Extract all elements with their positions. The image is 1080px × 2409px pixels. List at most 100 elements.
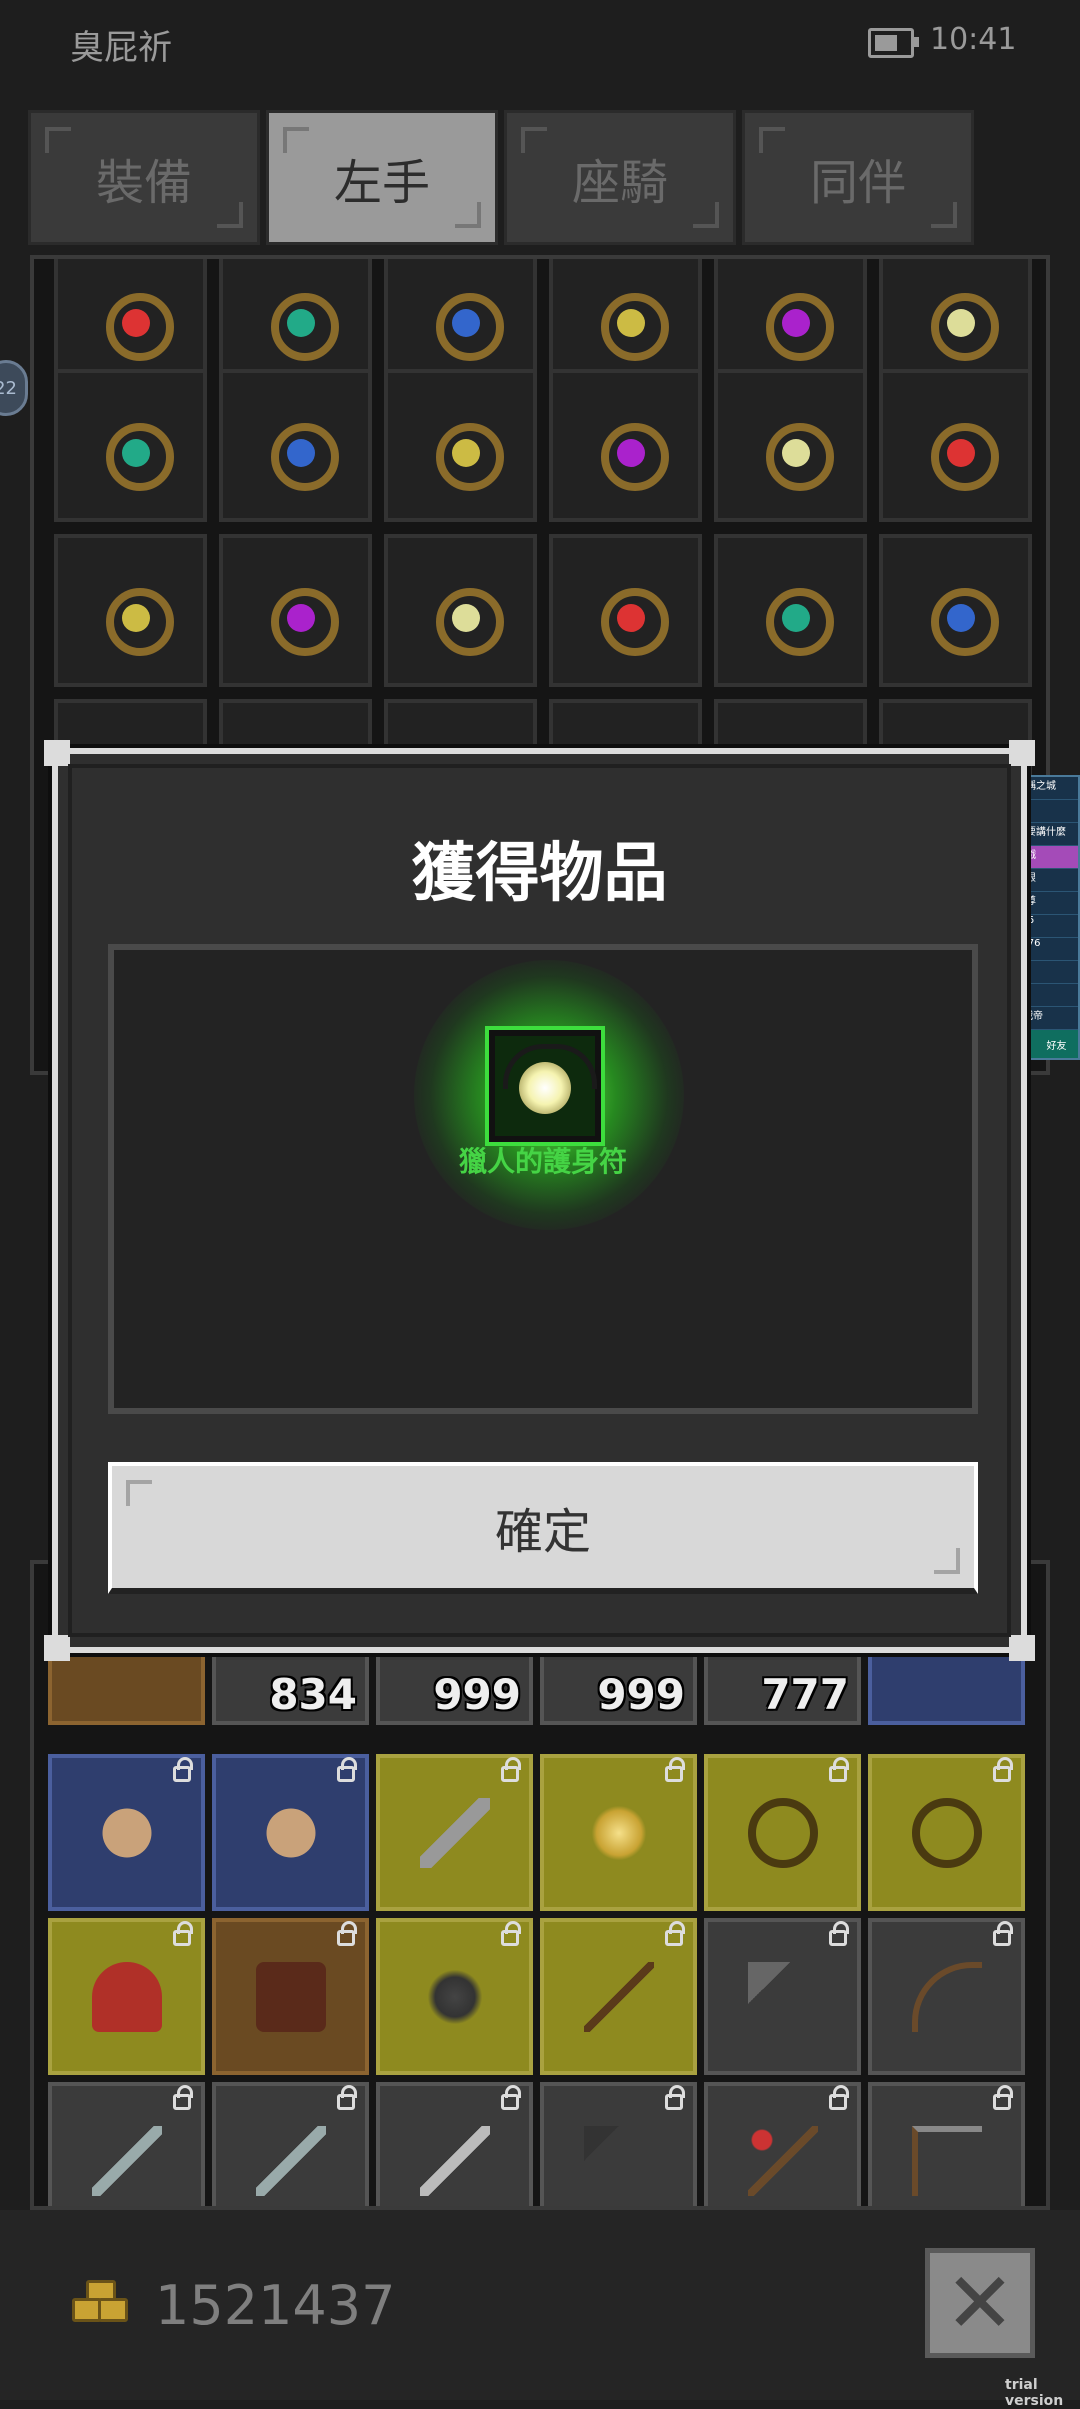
inventory-slot[interactable] xyxy=(868,1754,1025,1911)
lock-icon xyxy=(665,1921,685,1946)
accessory-slot[interactable] xyxy=(879,369,1032,522)
lock-icon xyxy=(173,1757,193,1782)
gem-icon xyxy=(947,439,975,467)
inventory-slot[interactable] xyxy=(376,2082,533,2206)
lock-icon xyxy=(501,1921,521,1946)
watermark: trial version xyxy=(1005,2377,1064,2409)
accessory-slot[interactable] xyxy=(714,534,867,687)
close-icon: ✕ xyxy=(944,2254,1016,2352)
dialog-title: 獲得物品 xyxy=(411,837,668,911)
inventory-slot[interactable] xyxy=(540,2082,697,2206)
inventory-slot[interactable] xyxy=(540,1754,697,1911)
gem-icon xyxy=(122,439,150,467)
accessory-slot[interactable] xyxy=(879,534,1032,687)
inventory-slot[interactable] xyxy=(212,2082,369,2206)
tab-mount[interactable]: 座騎 xyxy=(504,110,736,245)
reward-area: 獵人的護身符 xyxy=(108,944,978,1414)
inventory-slot[interactable] xyxy=(376,1754,533,1911)
gem-icon xyxy=(782,309,810,337)
accessory-slot[interactable] xyxy=(384,534,537,687)
gold-amount: 1521437 xyxy=(155,2274,396,2337)
lock-icon xyxy=(665,2085,685,2110)
scythe-icon xyxy=(912,2126,982,2196)
close-button[interactable]: ✕ xyxy=(925,2248,1035,2358)
status-bar: 臭屁祈 10:41 xyxy=(0,0,1080,90)
lock-icon xyxy=(337,2085,357,2110)
gem-icon xyxy=(452,604,480,632)
lock-icon xyxy=(829,1757,849,1782)
confirm-button[interactable]: 確定 xyxy=(108,1462,978,1594)
reward-item-name: 獵人的護身符 xyxy=(458,1145,627,1178)
axe-icon xyxy=(748,1962,818,2032)
inventory-slot[interactable] xyxy=(704,2082,861,2206)
accessory-slot[interactable] xyxy=(219,534,372,687)
accessory-slot[interactable] xyxy=(384,369,537,522)
mace-icon xyxy=(584,2126,654,2196)
inventory-slot[interactable] xyxy=(48,1754,205,1911)
inventory-slot[interactable] xyxy=(48,2082,205,2206)
inventory-slot[interactable] xyxy=(212,1918,369,2075)
item-quantity: 777 xyxy=(761,1670,849,1719)
reward-item[interactable] xyxy=(485,1026,605,1146)
gem-icon xyxy=(782,604,810,632)
accessory-slot[interactable] xyxy=(219,369,372,522)
gem-icon xyxy=(122,309,150,337)
inventory-slot[interactable] xyxy=(868,1918,1025,2075)
gem-icon xyxy=(122,604,150,632)
lock-icon xyxy=(501,1757,521,1782)
tab-equipment[interactable]: 裝備 xyxy=(28,110,260,245)
clock: 10:41 xyxy=(930,22,1017,57)
lock-icon xyxy=(337,1757,357,1782)
scroll-icon xyxy=(102,1808,152,1858)
inventory-slot[interactable] xyxy=(704,1918,861,2075)
lock-icon xyxy=(993,1757,1013,1782)
tab-left-hand[interactable]: 左手 xyxy=(266,110,498,245)
accessory-slot[interactable] xyxy=(54,369,207,522)
inventory-slot[interactable] xyxy=(704,1754,861,1911)
inventory-slot[interactable] xyxy=(540,1918,697,2075)
tab-companion[interactable]: 同伴 xyxy=(742,110,974,245)
ring-icon xyxy=(748,1798,818,1868)
gem-icon xyxy=(782,439,810,467)
gem-icon xyxy=(287,439,315,467)
lock-icon xyxy=(829,2085,849,2110)
ring-icon xyxy=(912,1798,982,1868)
morning-star-icon xyxy=(420,1962,490,2032)
lock-icon xyxy=(501,2085,521,2110)
helmet-icon xyxy=(92,1962,162,2032)
inventory-slot[interactable] xyxy=(376,1918,533,2075)
bow-icon xyxy=(912,1962,982,2032)
accessory-slot[interactable] xyxy=(549,534,702,687)
inventory-grid: 834 999 999 777 xyxy=(30,1560,1050,2210)
bottom-bar: 1521437 ✕ xyxy=(0,2210,1080,2400)
side-level-badge[interactable]: 22 xyxy=(0,360,28,416)
accessory-slot[interactable] xyxy=(54,534,207,687)
lock-icon xyxy=(337,1921,357,1946)
item-quantity: 999 xyxy=(597,1670,685,1719)
gem-icon xyxy=(287,604,315,632)
armor-icon xyxy=(256,1962,326,2032)
friends-tab[interactable]: 好友 xyxy=(1047,1037,1067,1052)
spear-icon xyxy=(584,1962,654,2032)
accessory-slot[interactable] xyxy=(549,369,702,522)
inventory-slot[interactable] xyxy=(48,1918,205,2075)
equipment-tabs: 裝備 左手 座騎 同伴 xyxy=(28,110,978,245)
lock-icon xyxy=(993,1921,1013,1946)
inventory-slot[interactable] xyxy=(868,2082,1025,2206)
gold-coin-icon xyxy=(72,2280,128,2328)
item-obtained-dialog: 獲得物品 獵人的護身符 確定 xyxy=(44,740,1035,1661)
dagger-icon xyxy=(92,2126,162,2196)
lock-icon xyxy=(829,1921,849,1946)
gem-icon xyxy=(617,309,645,337)
gem-icon xyxy=(452,309,480,337)
gem-icon xyxy=(287,309,315,337)
gem-icon xyxy=(617,604,645,632)
accessory-slot[interactable] xyxy=(714,369,867,522)
sword-icon xyxy=(420,2126,490,2196)
item-quantity: 834 xyxy=(269,1670,357,1719)
inventory-slot[interactable] xyxy=(212,1754,369,1911)
lock-icon xyxy=(173,1921,193,1946)
dagger-icon xyxy=(256,2126,326,2196)
lock-icon xyxy=(173,2085,193,2110)
staff-icon xyxy=(748,2126,818,2196)
